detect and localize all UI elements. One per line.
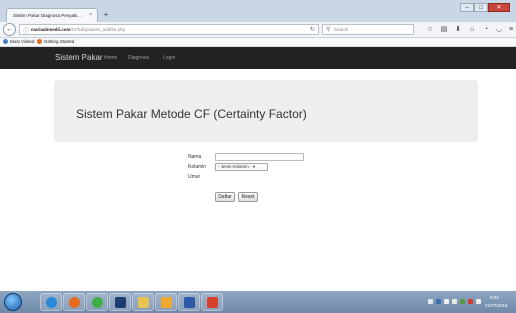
folder-icon (3, 39, 8, 44)
browser-navbar: ← ⓘ mariaahmedii.com/CFfulk/posses_add/l… (0, 22, 516, 38)
windows-taskbar: 8:04 21/07/2016 (0, 291, 516, 313)
tab-title: Sistem Pakar Diagnosa Penyaki... (13, 13, 82, 18)
tray-flag-icon[interactable] (444, 299, 449, 304)
media-player-icon (161, 297, 172, 308)
start-button[interactable] (4, 293, 22, 311)
home-icon[interactable]: ⌂ (467, 25, 477, 35)
arrow-left-icon: ← (6, 26, 13, 33)
jumbotron: Sistem Pakar Metode CF (Certainty Factor… (54, 80, 478, 142)
page-title: Sistem Pakar Metode CF (Certainty Factor… (76, 107, 307, 121)
firefox-icon (69, 297, 80, 308)
tray-arrow-icon[interactable] (452, 299, 457, 304)
url-bar[interactable]: ⓘ mariaahmedii.com/CFfulk/posses_add/lm.… (19, 24, 319, 35)
taskbar-media[interactable] (155, 293, 177, 311)
bookmark-getting-started[interactable]: Getting Started (37, 39, 74, 44)
bookmarks-bar: Most Visited Getting Started (0, 38, 516, 47)
tray-language-icon[interactable] (428, 299, 433, 304)
ie-icon (46, 297, 57, 308)
taskbar-firefox[interactable] (63, 293, 85, 311)
maximize-button[interactable]: □ (474, 3, 488, 12)
clock-date[interactable]: 21/07/2016 (485, 303, 508, 308)
browser-tabstrip: Sistem Pakar Diagnosa Penyaki... × + – □… (0, 0, 516, 22)
nama-input[interactable] (215, 153, 304, 161)
back-button[interactable]: ← (3, 23, 16, 36)
tab-close-icon[interactable]: × (89, 12, 92, 18)
star-icon[interactable]: ☆ (425, 25, 435, 35)
daftar-button[interactable]: Daftar (215, 192, 235, 202)
nav-home[interactable]: Home (104, 55, 117, 61)
download-icon[interactable]: ⬇ (453, 25, 463, 35)
nav-diagnosa[interactable]: Diagnosa (128, 55, 149, 61)
site-navbar: Sistem Pakar Home Diagnosa Login (0, 47, 516, 69)
site-brand[interactable]: Sistem Pakar (55, 53, 103, 62)
clock-time[interactable]: 8:04 (490, 295, 499, 300)
tray-battery-icon[interactable] (460, 299, 465, 304)
reset-button[interactable]: Reset (238, 192, 258, 202)
taskbar-ie[interactable] (40, 293, 62, 311)
browser-tab[interactable]: Sistem Pakar Diagnosa Penyaki... × (6, 8, 98, 22)
url-text: mariaahmedii.com/CFfulk/posses_add/lm.ph… (31, 27, 126, 32)
umur-label: Umur (188, 174, 201, 180)
taskbar-explorer[interactable] (132, 293, 154, 311)
close-window-button[interactable]: ✕ (488, 3, 510, 12)
search-input[interactable]: ⚲ Search (322, 24, 414, 35)
tray-alert-icon[interactable] (468, 299, 473, 304)
tray-network-icon[interactable] (436, 299, 441, 304)
menu-icon[interactable]: ≡ (506, 25, 516, 35)
word-icon (184, 297, 195, 308)
info-icon: ⓘ (23, 29, 30, 35)
kelamin-label: Kelamin (188, 164, 207, 170)
clipboard-icon[interactable]: ▤ (439, 25, 449, 35)
minimize-button[interactable]: – (460, 3, 474, 12)
bookmark-most-visited[interactable]: Most Visited (3, 39, 34, 44)
tray-volume-icon[interactable] (476, 299, 481, 304)
taskbar-word[interactable] (178, 293, 200, 311)
nama-label: Nama (188, 154, 202, 160)
reload-icon[interactable]: ↻ (310, 26, 315, 33)
app-icon (207, 297, 218, 308)
taskbar-app[interactable] (201, 293, 223, 311)
new-tab-button[interactable]: + (100, 9, 112, 20)
firefox-icon (37, 39, 42, 44)
pocket-icon[interactable]: ◡ (494, 25, 504, 35)
search-placeholder: Search (334, 27, 349, 32)
chrome-icon (92, 297, 103, 308)
kelamin-select[interactable]: - Jenis Kelamin - ▾ (215, 163, 268, 171)
photoshop-icon (115, 297, 126, 308)
nav-login[interactable]: Login (163, 55, 175, 61)
search-icon: ⚲ (326, 27, 331, 33)
taskbar-photoshop[interactable] (109, 293, 131, 311)
folder-icon (138, 297, 149, 308)
taskbar-chrome[interactable] (86, 293, 108, 311)
history-icon[interactable]: ◔ (481, 25, 491, 35)
